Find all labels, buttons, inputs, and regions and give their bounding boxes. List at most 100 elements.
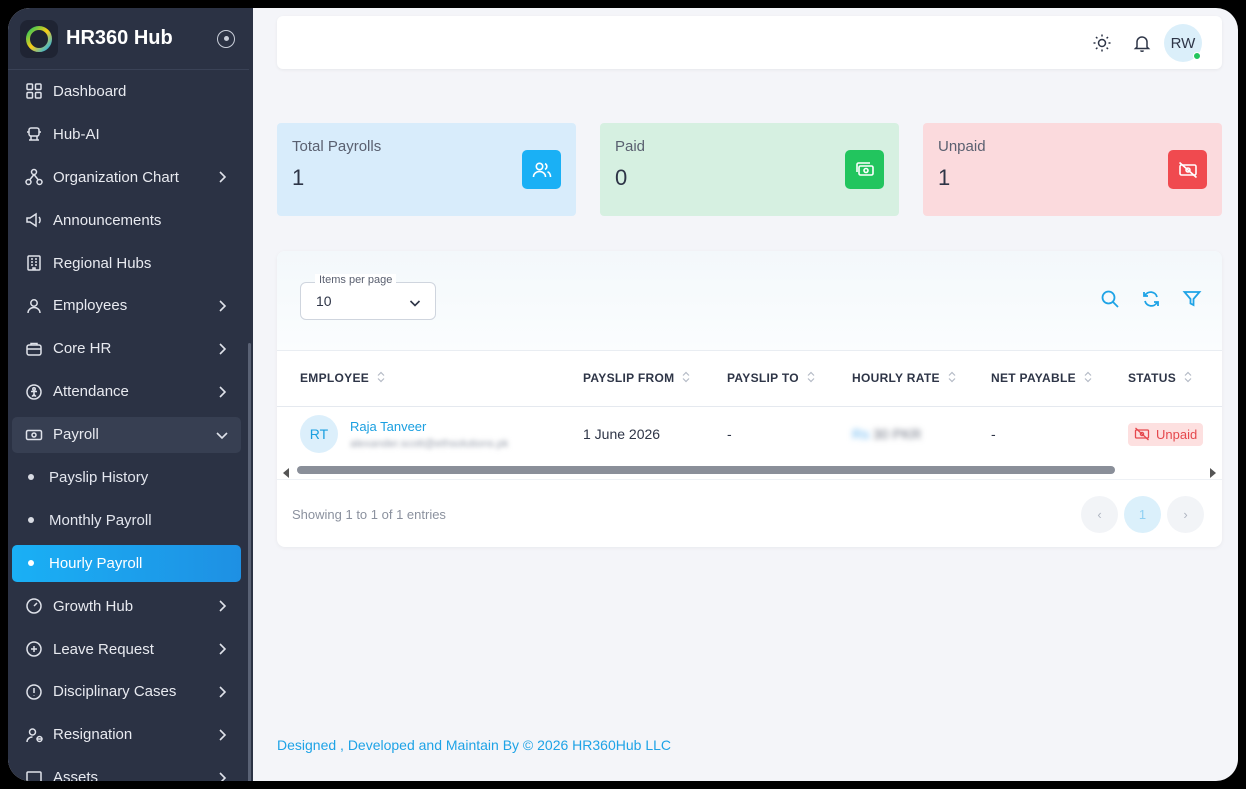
cell-net-payable: - xyxy=(991,426,996,443)
sidebar-item-assets[interactable]: Assets xyxy=(8,756,245,781)
chevron-down-icon xyxy=(409,295,421,313)
chevron-right-icon xyxy=(215,642,229,656)
search-icon[interactable] xyxy=(1100,289,1120,309)
sidebar-item-label: Payroll xyxy=(53,426,99,444)
sidebar-item-label: Dashboard xyxy=(53,82,127,100)
status-badge: Unpaid xyxy=(1128,422,1204,446)
brand: HR360 Hub xyxy=(8,8,249,70)
sidebar-item-dashboard[interactable]: Dashboard xyxy=(8,70,245,113)
sidebar-item-label: Resignation xyxy=(53,726,133,744)
sidebar-item-label: Core HR xyxy=(53,340,112,358)
stat-title: Paid xyxy=(615,138,646,155)
sidebar-item-regional-hubs[interactable]: Regional Hubs xyxy=(8,242,245,285)
sidebar-item-hub-ai[interactable]: Hub-AI xyxy=(8,113,245,156)
user-minus-icon xyxy=(24,725,44,745)
monitor-icon xyxy=(24,768,44,781)
stat-title: Total Payrolls xyxy=(292,138,382,155)
sidebar-item-resignation[interactable]: Resignation xyxy=(8,713,245,756)
topbar: RW xyxy=(277,16,1222,69)
plus-circle-icon xyxy=(24,639,44,659)
sidebar-item-growth-hub[interactable]: Growth Hub xyxy=(8,585,245,628)
sort-icon[interactable] xyxy=(377,371,385,386)
chevron-right-icon xyxy=(215,599,229,613)
cell-status: Unpaid xyxy=(1105,406,1222,462)
stat-value: 1 xyxy=(938,165,951,190)
stat-title: Unpaid xyxy=(938,138,986,155)
column-header-net-payable[interactable]: NET PAYABLE xyxy=(968,351,1105,407)
scrollbar-thumb[interactable] xyxy=(297,466,1115,474)
column-header-hourly-rate[interactable]: HOURLY RATE xyxy=(829,351,968,407)
main-content: RW Total Payrolls 1 Paid 0 Unpaid 1 Item… xyxy=(253,8,1238,781)
theme-toggle-sun-icon[interactable] xyxy=(1082,23,1122,63)
stat-cards: Total Payrolls 1 Paid 0 Unpaid 1 xyxy=(277,123,1222,216)
chevron-right-icon xyxy=(215,728,229,742)
sidebar-item-announcements[interactable]: Announcements xyxy=(8,199,245,242)
building-icon xyxy=(24,253,44,273)
user-initials: RW xyxy=(1170,34,1196,52)
megaphone-icon xyxy=(24,210,44,230)
column-header-employee[interactable]: EMPLOYEE xyxy=(277,351,560,407)
stat-card-unpaid: Unpaid 1 xyxy=(923,123,1222,216)
cell-employee: RT Raja Tanveer alexander.scott@ethsolut… xyxy=(277,406,560,462)
sidebar-item-label: Leave Request xyxy=(53,640,154,658)
employee-email: alexander.scott@ethsolutions.pk xyxy=(350,437,509,450)
sidebar-item-organization-chart[interactable]: Organization Chart xyxy=(8,156,245,199)
sidebar-item-core-hr[interactable]: Core HR xyxy=(8,327,245,370)
users-icon xyxy=(522,150,561,189)
table-row[interactable]: RT Raja Tanveer alexander.scott@ethsolut… xyxy=(277,406,1222,462)
bell-icon[interactable] xyxy=(1122,23,1162,63)
sort-icon[interactable] xyxy=(948,371,956,386)
horizontal-scrollbar[interactable] xyxy=(277,463,1222,478)
sidebar-item-attendance[interactable]: Attendance xyxy=(8,370,245,413)
bullet-icon xyxy=(28,560,34,567)
chevron-right-icon xyxy=(215,342,229,356)
briefcase-icon xyxy=(24,339,44,359)
sidebar-subitem-hourly-payroll[interactable]: Hourly Payroll xyxy=(12,544,241,582)
filter-icon[interactable] xyxy=(1182,289,1202,309)
chevron-down-icon xyxy=(215,428,229,442)
stat-card-total-payrolls: Total Payrolls 1 xyxy=(277,123,576,216)
next-page-button[interactable]: › xyxy=(1167,496,1204,533)
chevron-right-icon xyxy=(215,771,229,781)
cash-icon xyxy=(24,425,44,445)
sidebar-item-label: Growth Hub xyxy=(53,597,134,615)
sort-icon[interactable] xyxy=(1084,371,1092,386)
sidebar-subitem-payslip-history[interactable]: Payslip History xyxy=(8,456,245,499)
sidebar-item-leave-request[interactable]: Leave Request xyxy=(8,628,245,671)
payroll-table: EMPLOYEE PAYSLIP FROM PAYSLIP TO HOURLY … xyxy=(277,351,1222,462)
cell-hourly-rate: Rs 30 PKR xyxy=(829,406,968,462)
bullet-icon xyxy=(28,517,34,524)
items-per-page-select[interactable]: Items per page 10 xyxy=(300,274,436,320)
robot-icon xyxy=(24,124,44,144)
sidebar: HR360 Hub Dashboard Hub-AI Organization … xyxy=(8,8,253,781)
prev-page-button[interactable]: ‹ xyxy=(1081,496,1118,533)
sidebar-item-employees[interactable]: Employees xyxy=(8,284,245,327)
org-chart-icon xyxy=(24,167,44,187)
table-footer: Showing 1 to 1 of 1 entries ‹ 1 › xyxy=(277,479,1222,547)
user-avatar[interactable]: RW xyxy=(1164,24,1202,62)
user-icon xyxy=(24,296,44,316)
column-header-payslip-from[interactable]: PAYSLIP FROM xyxy=(560,351,704,407)
alert-circle-icon xyxy=(24,682,44,702)
employee-name-link[interactable]: Raja Tanveer xyxy=(350,419,509,434)
sidebar-scrollbar[interactable] xyxy=(248,343,251,781)
sort-icon[interactable] xyxy=(682,371,690,386)
sidebar-item-label: Disciplinary Cases xyxy=(53,683,177,701)
chevron-right-icon xyxy=(215,170,229,184)
sidebar-toggle-icon[interactable] xyxy=(217,29,235,48)
sort-icon[interactable] xyxy=(1184,371,1192,386)
sidebar-item-payroll[interactable]: Payroll xyxy=(12,416,241,453)
sort-icon[interactable] xyxy=(807,371,815,386)
attendance-icon xyxy=(24,382,44,402)
column-header-status[interactable]: STATUS xyxy=(1105,351,1222,407)
refresh-icon[interactable] xyxy=(1141,289,1161,309)
sidebar-subitem-monthly-payroll[interactable]: Monthly Payroll xyxy=(8,499,245,542)
column-header-payslip-to[interactable]: PAYSLIP TO xyxy=(704,351,829,407)
cell-payslip-to: - xyxy=(727,426,732,443)
page-button-1[interactable]: 1 xyxy=(1124,496,1161,533)
sidebar-item-disciplinary-cases[interactable]: Disciplinary Cases xyxy=(8,670,245,713)
entries-info: Showing 1 to 1 of 1 entries xyxy=(292,507,446,522)
column-label: EMPLOYEE xyxy=(300,370,370,385)
footer-credit: Designed , Developed and Maintain By © 2… xyxy=(277,737,672,753)
sidebar-item-label: Hub-AI xyxy=(53,125,100,143)
